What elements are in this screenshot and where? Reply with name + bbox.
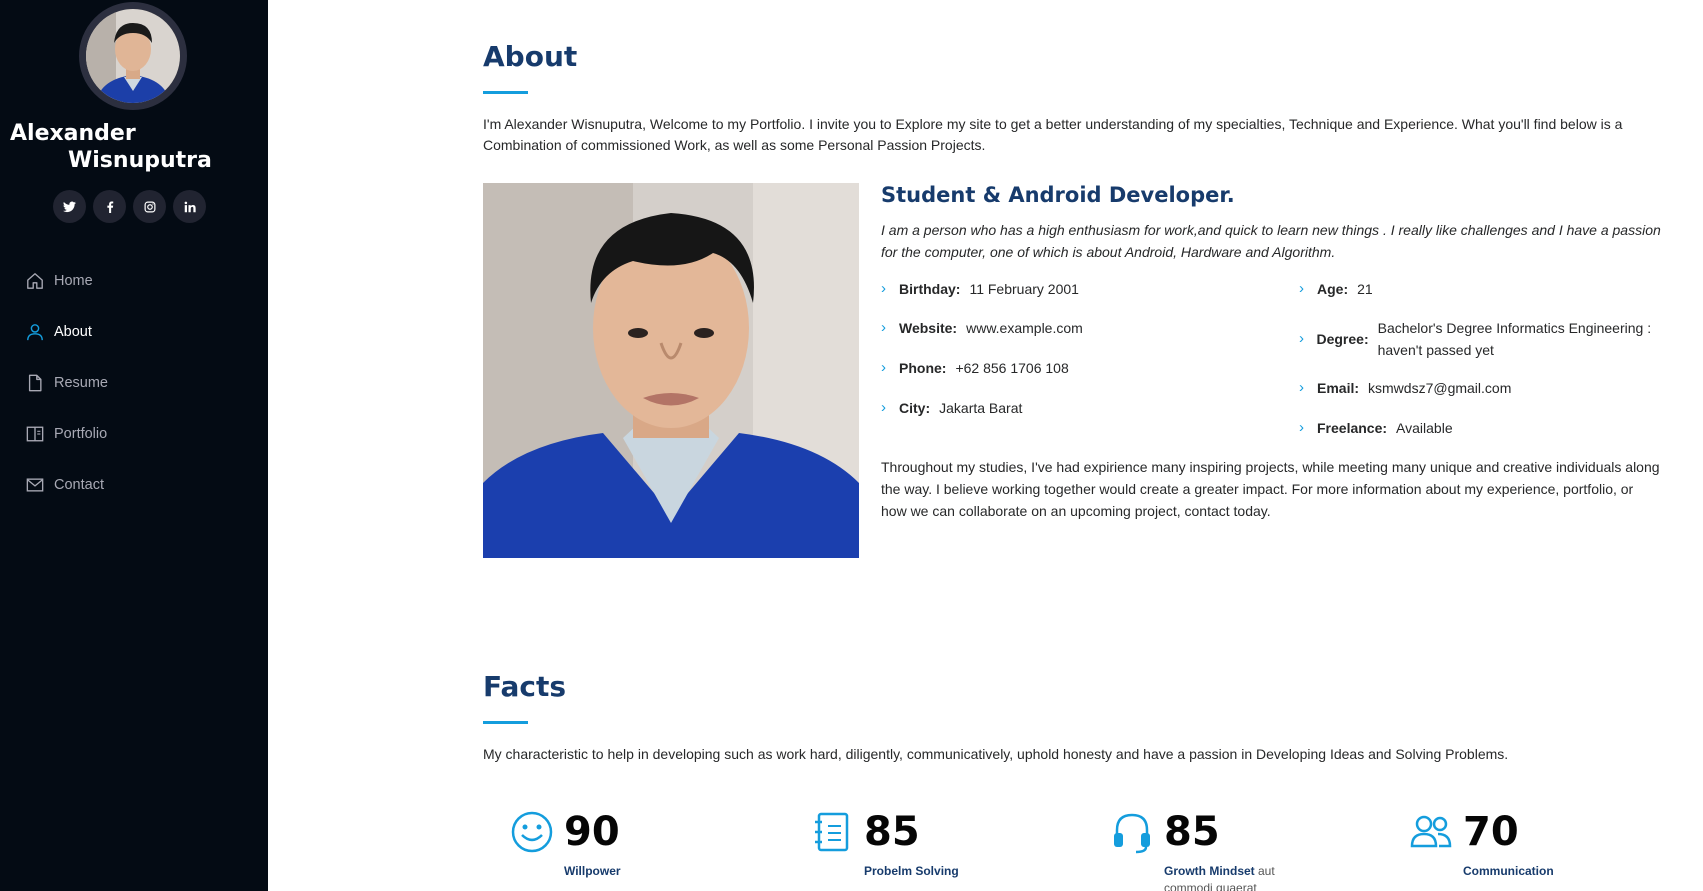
info-value: 21: [1357, 281, 1373, 297]
about-title-underline: [483, 91, 528, 94]
chevron-right-icon: ›: [1299, 379, 1304, 396]
headset-icon: [1110, 810, 1154, 854]
file-icon: [24, 372, 46, 394]
nav-menu: Home About Resume Portfolio Contact: [24, 255, 108, 510]
nav-label-home: Home: [54, 272, 93, 289]
info-value: Jakarta Barat: [939, 400, 1023, 416]
info-degree: › Degree: Bachelor's Degree Informatics …: [1299, 317, 1659, 361]
twitter-link[interactable]: [53, 190, 86, 223]
instagram-link[interactable]: [133, 190, 166, 223]
linkedin-icon: [184, 201, 196, 212]
book-icon: [24, 423, 46, 445]
facebook-icon: [106, 200, 113, 213]
info-label: Website:: [899, 320, 958, 336]
profile-name: Alexander Wisnuputra: [10, 120, 260, 174]
nav-label-portfolio: Portfolio: [54, 425, 108, 442]
home-icon: [24, 270, 46, 292]
chevron-right-icon: ›: [1299, 280, 1304, 297]
facts-intro: My characteristic to help in developing …: [483, 746, 1509, 762]
info-label: Degree:: [1316, 331, 1369, 347]
info-age: › Age: 21: [1299, 278, 1373, 300]
nav-item-home[interactable]: Home: [24, 255, 108, 306]
nav-item-about[interactable]: About: [24, 306, 108, 357]
info-label: Phone:: [899, 360, 947, 376]
instagram-icon: [144, 201, 155, 212]
smiley-icon: [510, 810, 554, 854]
fact-label-text: Probelm Solving: [864, 864, 959, 878]
about-intro: I'm Alexander Wisnuputra, Welcome to my …: [483, 116, 1623, 153]
journal-icon: [810, 810, 854, 854]
sidebar: Alexander Wisnuputra Home About Resume P…: [0, 0, 268, 891]
profile-first-name: Alexander: [10, 121, 136, 146]
chevron-right-icon: ›: [881, 280, 886, 297]
profile-last-name: Wisnuputra: [68, 148, 212, 173]
nav-item-resume[interactable]: Resume: [24, 357, 108, 408]
fact-label-text: Growth Mindset: [1164, 864, 1255, 878]
info-value: www.example.com: [966, 320, 1083, 336]
chevron-right-icon: ›: [1299, 330, 1304, 347]
facebook-link[interactable]: [93, 190, 126, 223]
nav-label-about: About: [54, 323, 92, 340]
about-tagline: I am a person who has a high enthusiasm …: [881, 222, 1661, 260]
about-closing: Throughout my studies, I've had expirien…: [881, 459, 1660, 519]
info-email: › Email: ksmwdsz7@gmail.com: [1299, 377, 1511, 399]
info-freelance: › Freelance: Available: [1299, 417, 1453, 439]
avatar: [79, 2, 187, 110]
nav-label-contact: Contact: [54, 476, 104, 493]
about-title: About: [483, 40, 578, 73]
info-birthday: › Birthday: 11 February 2001: [881, 278, 1079, 300]
twitter-icon: [63, 201, 76, 213]
facts-title: Facts: [483, 670, 567, 703]
people-icon: [1409, 810, 1453, 854]
fact-label: Growth Mindset aut commodi quaerat: [1164, 863, 1304, 891]
info-phone: › Phone: +62 856 1706 108: [881, 357, 1069, 379]
chevron-right-icon: ›: [1299, 419, 1304, 436]
chevron-right-icon: ›: [881, 399, 886, 416]
nav-item-portfolio[interactable]: Portfolio: [24, 408, 108, 459]
facts-title-underline: [483, 721, 528, 724]
info-website: › Website: www.example.com: [881, 317, 1083, 339]
main-content: About I'm Alexander Wisnuputra, Welcome …: [268, 0, 1703, 891]
chevron-right-icon: ›: [881, 319, 886, 336]
info-label: City:: [899, 400, 931, 416]
info-value: +62 856 1706 108: [955, 360, 1069, 376]
envelope-icon: [24, 474, 46, 496]
info-label: Birthday:: [899, 281, 961, 297]
fact-label-text: Communication: [1463, 864, 1554, 878]
fact-label: Communication: [1463, 863, 1603, 880]
info-label: Email:: [1317, 380, 1360, 396]
fact-number: 85: [864, 809, 920, 855]
person-icon: [24, 321, 46, 343]
nav-item-contact[interactable]: Contact: [24, 459, 108, 510]
profile-photo: [483, 183, 859, 558]
info-value: Bachelor's Degree Informatics Engineerin…: [1377, 320, 1652, 358]
social-links: [53, 190, 206, 223]
info-value: Available: [1396, 420, 1453, 436]
fact-label-text: Willpower: [564, 864, 621, 878]
fact-label: Probelm Solving: [864, 863, 1004, 880]
info-city: › City: Jakarta Barat: [881, 397, 1022, 419]
info-label: Freelance:: [1317, 420, 1388, 436]
fact-number: 90: [564, 809, 620, 855]
fact-number: 85: [1164, 809, 1220, 855]
role-heading: Student & Android Developer.: [881, 183, 1235, 207]
info-value: 11 February 2001: [969, 281, 1079, 297]
linkedin-link[interactable]: [173, 190, 206, 223]
info-label: Age:: [1317, 281, 1349, 297]
nav-label-resume: Resume: [54, 374, 108, 391]
fact-label: Willpower: [564, 863, 704, 880]
info-value: ksmwdsz7@gmail.com: [1368, 380, 1512, 396]
fact-number: 70: [1463, 809, 1519, 855]
chevron-right-icon: ›: [881, 359, 886, 376]
